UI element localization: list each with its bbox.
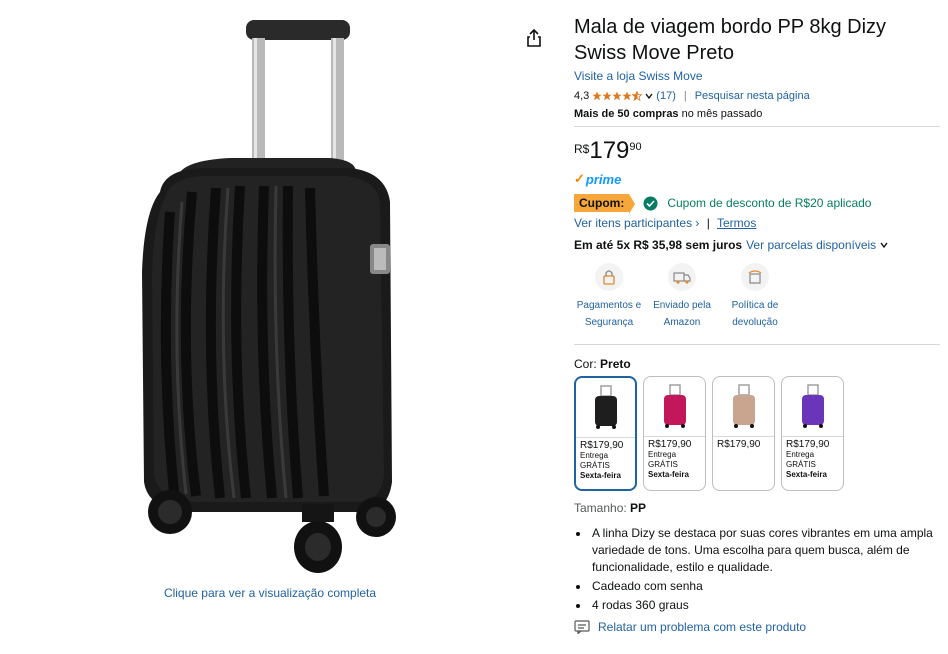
- size-label: Tamanho:: [574, 501, 627, 515]
- coupon-badge: Cupom:: [574, 194, 636, 214]
- review-count-link[interactable]: (17): [656, 90, 676, 102]
- swatch-delivery: Entrega: [786, 450, 815, 459]
- swatch-delivery: Entrega: [580, 451, 609, 460]
- feature-label: Pagamentos e Segurança: [576, 300, 642, 328]
- swatch-thumbnail: [576, 378, 635, 438]
- lock-icon: [595, 263, 623, 291]
- swatch-delivery-day: Sexta-feira: [786, 470, 827, 479]
- swatch-rosa[interactable]: R$179,90 Entrega GRÁTIS Sexta-feira: [643, 376, 706, 491]
- coupon-applied-text: Cupom de desconto de R$20 aplicado: [667, 196, 872, 210]
- installments-text: Em até 5x R$ 35,98 sem juros: [574, 238, 743, 252]
- divider: |: [706, 216, 710, 230]
- color-value: Preto: [600, 357, 631, 371]
- rating-value: 4,3: [574, 90, 590, 102]
- swatch-delivery: GRÁTIS: [786, 460, 816, 469]
- price-currency: R$: [574, 142, 590, 156]
- image-caption[interactable]: Clique para ver a visualização completa: [0, 586, 540, 600]
- bought-bold: Mais de 50 compras: [574, 108, 679, 120]
- prime-label: prime: [585, 171, 622, 187]
- participants-link[interactable]: Ver itens participantes ›: [574, 216, 699, 230]
- swatch-thumbnail: [713, 377, 774, 437]
- divider: |: [683, 90, 687, 102]
- swatch-price: R$179,90: [648, 439, 692, 450]
- feature-label: Enviado pela Amazon: [653, 300, 711, 328]
- swatch-delivery-day: Sexta-feira: [648, 470, 689, 479]
- report-icon: [574, 620, 590, 634]
- feature-payment[interactable]: Pagamentos e Segurança: [574, 263, 644, 331]
- swatch-delivery: Entrega: [648, 450, 677, 459]
- size-value: PP: [630, 501, 647, 515]
- features: Pagamentos e Segurança Enviado pela Amaz…: [574, 263, 794, 331]
- installments-link[interactable]: Ver parcelas disponíveis: [746, 238, 876, 252]
- star-icon: [622, 91, 632, 101]
- half-star-icon: [632, 91, 643, 101]
- chevron-down-icon[interactable]: [644, 91, 654, 101]
- divider: [574, 344, 940, 345]
- product-title: Mala de viagem bordo PP 8kg Dizy Swiss M…: [574, 16, 887, 64]
- divider: [574, 126, 940, 127]
- check-circle-icon[interactable]: [643, 196, 658, 211]
- swatch-price: R$179,90: [786, 439, 830, 450]
- price-integer: 179: [589, 137, 630, 164]
- product-details: Mala de viagem bordo PP 8kg Dizy Swiss M…: [574, 14, 940, 634]
- rating-stars-icon[interactable]: [592, 91, 643, 101]
- report-text[interactable]: Relatar um problema com este produto: [598, 620, 806, 634]
- terms-link[interactable]: Termos: [717, 216, 756, 230]
- share-icon[interactable]: [524, 28, 544, 48]
- product-image[interactable]: [130, 12, 410, 577]
- bullet-item: A linha Dizy se destaca por suas cores v…: [590, 525, 940, 576]
- color-label: Cor: Preto: [574, 357, 940, 371]
- return-box-icon: [741, 263, 769, 291]
- color-swatches: R$179,90 Entrega GRÁTIS Sexta-feira R$17…: [574, 376, 940, 491]
- swatch-roxo[interactable]: R$179,90 Entrega GRÁTIS Sexta-feira: [781, 376, 844, 491]
- swatch-delivery-day: Sexta-feira: [580, 471, 621, 480]
- star-icon: [612, 91, 622, 101]
- prime-check-icon: ✓: [574, 171, 585, 186]
- search-page-link[interactable]: Pesquisar nesta página: [695, 90, 810, 102]
- rating-row: 4,3 (17) | Pesquisar nesta página: [574, 89, 940, 103]
- bought-rest: no mês passado: [678, 108, 763, 120]
- bullet-item: Cadeado com senha: [590, 578, 940, 595]
- report-problem-link[interactable]: Relatar um problema com este produto: [574, 620, 940, 634]
- bullet-item: 4 rodas 360 graus: [590, 597, 940, 614]
- coupon-links: Ver itens participantes › | Termos: [574, 216, 940, 232]
- coupon-row: Cupom: Cupom de desconto de R$20 aplicad…: [574, 193, 940, 214]
- star-icon: [592, 91, 602, 101]
- feature-returns[interactable]: Política de devolução: [720, 263, 790, 331]
- feature-shipping[interactable]: Enviado pela Amazon: [647, 263, 717, 331]
- star-icon: [602, 91, 612, 101]
- store-link[interactable]: Visite a loja Swiss Move: [574, 69, 940, 83]
- color-label-text: Cor:: [574, 357, 597, 371]
- chevron-down-icon[interactable]: [879, 240, 889, 250]
- price: R$ 179 90: [574, 139, 940, 165]
- swatch-delivery: GRÁTIS: [580, 461, 610, 470]
- prime-badge: ✓ prime: [574, 171, 940, 187]
- feature-bullets: A linha Dizy se destaca por suas cores v…: [590, 525, 940, 614]
- swatch-thumbnail: [644, 377, 705, 437]
- swatch-thumbnail: [782, 377, 843, 437]
- bought-info: Mais de 50 compras no mês passado: [574, 108, 940, 120]
- truck-icon: [668, 263, 696, 291]
- swatch-price: R$179,90: [580, 440, 624, 451]
- swatch-price: R$179,90: [717, 439, 761, 450]
- image-gallery: Clique para ver a visualização completa: [0, 0, 560, 654]
- size-selector: Tamanho: PP: [574, 501, 940, 515]
- price-decimals: 90: [629, 141, 642, 153]
- installments: Em até 5x R$ 35,98 sem juros Ver parcela…: [574, 237, 940, 253]
- swatch-champagne[interactable]: R$179,90: [712, 376, 775, 491]
- feature-label: Política de devolução: [731, 300, 779, 328]
- swatch-delivery: GRÁTIS: [648, 460, 678, 469]
- swatch-preto[interactable]: R$179,90 Entrega GRÁTIS Sexta-feira: [574, 376, 637, 491]
